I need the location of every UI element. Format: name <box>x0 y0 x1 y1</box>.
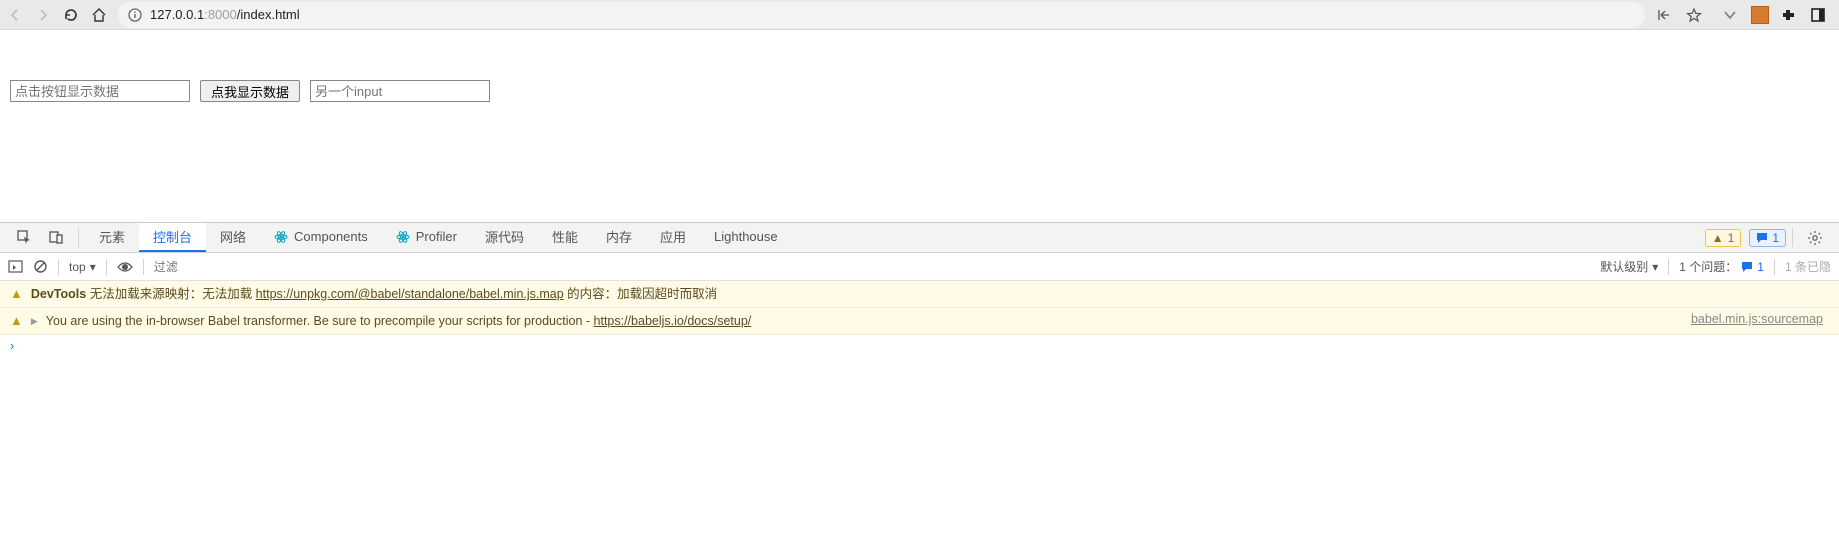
tab-profiler-label: Profiler <box>416 229 457 244</box>
issues-info-count: 1 <box>1757 260 1764 274</box>
back-button[interactable] <box>6 6 24 24</box>
another-input[interactable] <box>310 80 490 102</box>
context-selector[interactable]: top ▾ <box>69 260 96 274</box>
inspect-element-icon[interactable] <box>8 223 40 252</box>
log-source-link[interactable]: babel.min.js:sourcemap <box>1691 312 1829 326</box>
tab-lighthouse[interactable]: Lighthouse <box>700 223 792 252</box>
message-icon <box>1756 232 1768 244</box>
url-text: 127.0.0.1:8000/index.html <box>150 7 300 22</box>
log-link[interactable]: https://babeljs.io/docs/setup/ <box>594 314 752 328</box>
devtools-tabstrip: 元素 控制台 网络 Components Profiler 源代码 性能 内存 … <box>0 223 1839 253</box>
forward-button[interactable] <box>34 6 52 24</box>
warnings-count: 1 <box>1728 231 1735 245</box>
warning-icon: ▲ <box>10 312 23 330</box>
settings-gear-icon[interactable] <box>1799 223 1831 252</box>
chevron-right-icon: › <box>10 339 14 353</box>
address-bar[interactable]: 127.0.0.1:8000/index.html <box>118 2 1645 28</box>
expand-icon[interactable]: ▶ <box>31 312 38 330</box>
warnings-badge[interactable]: ▲ 1 <box>1705 229 1742 247</box>
page-body: 点我显示数据 <box>0 30 1839 102</box>
console-log-row[interactable]: ▲ DevTools 无法加载来源映射：无法加载 https://unpkg.c… <box>0 281 1839 308</box>
live-expression-icon[interactable] <box>117 261 133 273</box>
chevron-down-icon: ▾ <box>90 260 96 274</box>
url-port: :8000 <box>204 7 237 22</box>
toolbar-right <box>1655 6 1833 24</box>
clear-console-icon[interactable] <box>33 259 48 274</box>
url-host: 127.0.0.1 <box>150 7 204 22</box>
browser-toolbar: 127.0.0.1:8000/index.html <box>0 0 1839 30</box>
issues-label: 1 个问题： <box>1679 258 1737 275</box>
warning-icon: ▲ <box>10 285 23 303</box>
console-toolbar: top ▾ 默认级别 ▾ 1 个问题： 1 1 条已隐 <box>0 253 1839 281</box>
log-level-label: 默认级别 <box>1600 258 1648 275</box>
issues-button[interactable]: 1 个问题： 1 <box>1679 258 1764 275</box>
console-prompt[interactable]: › <box>0 335 1839 357</box>
log-link[interactable]: https://unpkg.com/@babel/standalone/babe… <box>256 287 564 301</box>
data-display-input[interactable] <box>10 80 190 102</box>
filter-input[interactable] <box>154 257 1591 277</box>
info-badge[interactable]: 1 <box>1749 229 1786 247</box>
reload-button[interactable] <box>62 6 80 24</box>
url-path: /index.html <box>237 7 300 22</box>
device-toolbar-icon[interactable] <box>40 223 72 252</box>
tab-performance[interactable]: 性能 <box>538 223 592 252</box>
log-level-selector[interactable]: 默认级别 ▾ <box>1600 258 1658 275</box>
tab-components[interactable]: Components <box>260 223 382 252</box>
hidden-count-label: 1 条已隐 <box>1785 258 1831 275</box>
site-info-icon[interactable] <box>128 8 142 22</box>
tab-sources[interactable]: 源代码 <box>471 223 538 252</box>
window-panel-icon[interactable] <box>1809 6 1827 24</box>
warning-icon: ▲ <box>1712 231 1724 245</box>
profile-avatar-icon[interactable] <box>1751 6 1769 24</box>
extensions-icon[interactable] <box>1781 7 1797 23</box>
log-message: You are using the in-browser Babel trans… <box>46 312 1683 330</box>
tab-memory[interactable]: 内存 <box>592 223 646 252</box>
console-body: ▲ DevTools 无法加载来源映射：无法加载 https://unpkg.c… <box>0 281 1839 542</box>
info-count: 1 <box>1772 231 1779 245</box>
tab-network[interactable]: 网络 <box>206 223 260 252</box>
tab-profiler[interactable]: Profiler <box>382 223 471 252</box>
show-data-button[interactable]: 点我显示数据 <box>200 80 300 102</box>
message-icon <box>1741 261 1753 273</box>
tab-console[interactable]: 控制台 <box>139 223 206 252</box>
chevron-down-icon: ▾ <box>1652 260 1658 274</box>
console-log-row[interactable]: ▲ ▶ You are using the in-browser Babel t… <box>0 308 1839 335</box>
console-sidebar-toggle-icon[interactable] <box>8 259 23 274</box>
bookmark-star-icon[interactable] <box>1685 6 1703 24</box>
log-message: DevTools 无法加载来源映射：无法加载 https://unpkg.com… <box>31 285 1829 303</box>
home-button[interactable] <box>90 6 108 24</box>
chevron-down-icon[interactable] <box>1721 6 1739 24</box>
tab-elements[interactable]: 元素 <box>85 223 139 252</box>
share-icon[interactable] <box>1655 6 1673 24</box>
devtools-panel: 元素 控制台 网络 Components Profiler 源代码 性能 内存 … <box>0 222 1839 542</box>
tab-components-label: Components <box>294 229 368 244</box>
context-label: top <box>69 260 86 274</box>
tab-application[interactable]: 应用 <box>646 223 700 252</box>
